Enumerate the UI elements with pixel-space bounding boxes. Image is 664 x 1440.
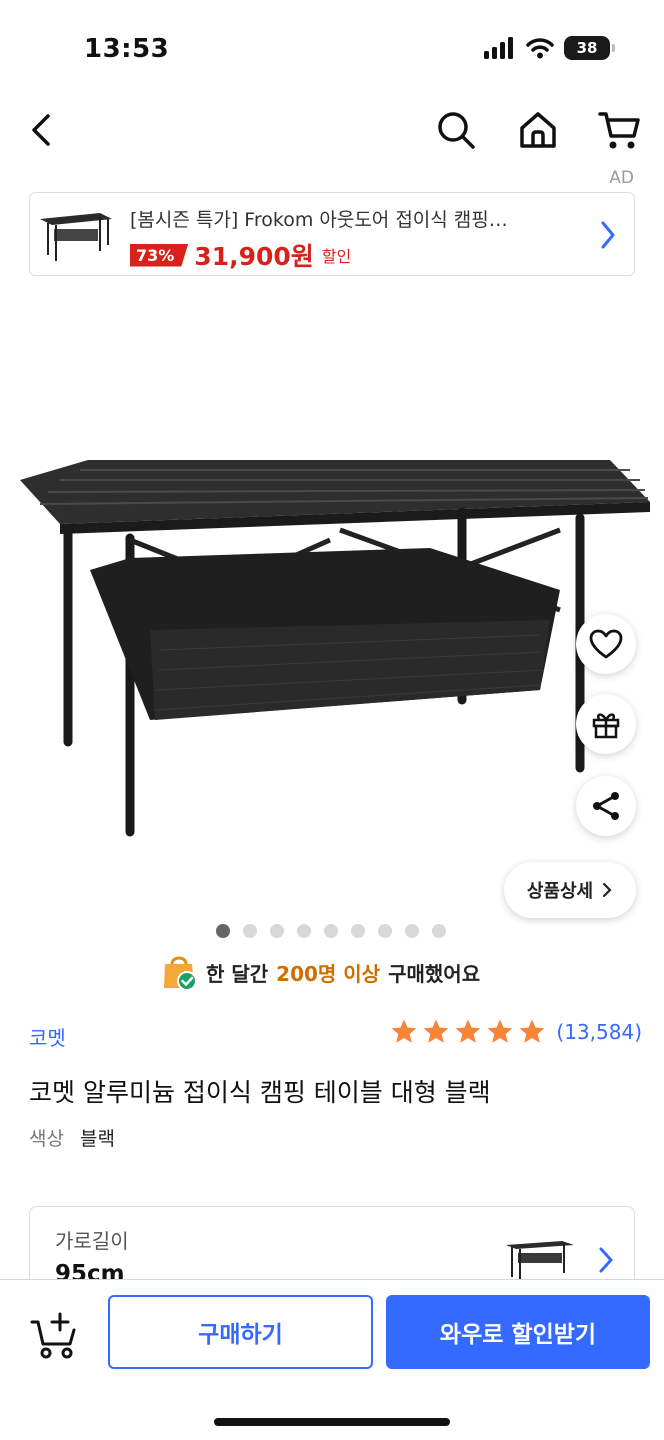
wow-discount-button[interactable]: 와우로 할인받기 bbox=[386, 1295, 650, 1369]
product-detail-button[interactable]: 상품상세 bbox=[504, 862, 636, 918]
purchase-notice-prefix: 한 달간 bbox=[206, 961, 269, 986]
bottom-action-bar: 구매하기 와우로 할인받기 bbox=[0, 1279, 664, 1440]
buy-now-button[interactable]: 구매하기 bbox=[108, 1295, 373, 1369]
purchase-notice: 한 달간 200명 이상 구매했어요 bbox=[162, 952, 480, 992]
gallery-dot[interactable] bbox=[378, 924, 392, 938]
option-value: 블랙 bbox=[79, 1128, 115, 1150]
brand-link[interactable]: 코멧 bbox=[29, 1022, 66, 1051]
gallery-dot[interactable] bbox=[432, 924, 446, 938]
star-icon bbox=[392, 1019, 417, 1043]
ad-product-thumbnail bbox=[40, 213, 112, 261]
status-bar: 13:53 38 bbox=[0, 0, 664, 96]
star-icon bbox=[488, 1019, 513, 1043]
chevron-right-icon bbox=[603, 882, 612, 898]
purchase-notice-count: 200명 이상 bbox=[276, 961, 381, 986]
add-to-cart-icon[interactable] bbox=[30, 1310, 82, 1360]
ad-discount-badge: 73% bbox=[130, 243, 189, 267]
chevron-right-icon[interactable] bbox=[598, 219, 618, 251]
search-icon[interactable] bbox=[434, 108, 478, 152]
star-icon bbox=[456, 1019, 481, 1043]
shopping-bag-check-icon bbox=[164, 956, 197, 991]
review-count[interactable]: (13,584) bbox=[556, 1020, 642, 1044]
ad-label: AD bbox=[609, 168, 634, 188]
battery-indicator: 38 bbox=[564, 36, 615, 60]
star-icon bbox=[520, 1019, 545, 1043]
share-button[interactable] bbox=[576, 776, 636, 836]
status-time: 13:53 bbox=[84, 34, 170, 64]
signal-icon bbox=[484, 37, 513, 59]
gallery-dot[interactable] bbox=[297, 924, 311, 938]
option-thumbnail bbox=[506, 1241, 574, 1281]
ad-sale-text: 할인 bbox=[321, 247, 352, 266]
option-selector-name: 가로길이 bbox=[55, 1229, 129, 1253]
star-icon bbox=[424, 1019, 449, 1043]
chevron-right-icon bbox=[599, 1247, 613, 1273]
battery-level: 38 bbox=[576, 39, 598, 57]
home-indicator bbox=[214, 1418, 450, 1426]
gallery-dot[interactable] bbox=[216, 924, 230, 938]
wifi-icon bbox=[526, 38, 554, 59]
status-icons: 38 bbox=[484, 36, 615, 60]
share-icon bbox=[593, 792, 619, 820]
cart-icon[interactable] bbox=[598, 108, 642, 152]
product-detail-label: 상품상세 bbox=[526, 881, 594, 902]
ad-title[interactable]: [봄시즌 특가] Frokom 아웃도어 접이식 캠핑… bbox=[130, 205, 570, 232]
product-title: 코멧 알루미늄 접이식 캠핑 테이블 대형 블랙 bbox=[29, 1078, 491, 1107]
gallery-dot[interactable] bbox=[405, 924, 419, 938]
gift-button[interactable] bbox=[576, 694, 636, 754]
wishlist-button[interactable] bbox=[576, 614, 636, 674]
gift-icon bbox=[592, 713, 620, 739]
option-label: 색상 bbox=[29, 1128, 64, 1150]
gallery-pagination bbox=[216, 924, 446, 938]
gallery-dot[interactable] bbox=[324, 924, 338, 938]
back-button-icon[interactable] bbox=[22, 108, 62, 152]
heart-icon bbox=[589, 629, 623, 659]
purchase-notice-suffix: 구매했어요 bbox=[388, 961, 481, 986]
ad-banner[interactable]: [봄시즌 특가] Frokom 아웃도어 접이식 캠핑… 73% 31,900원… bbox=[29, 192, 635, 276]
product-image[interactable] bbox=[0, 420, 664, 860]
ad-price: 31,900원 bbox=[194, 242, 314, 271]
rating[interactable]: (13,584) bbox=[390, 1018, 642, 1046]
gallery-dot[interactable] bbox=[351, 924, 365, 938]
selected-option: 색상 블랙 bbox=[29, 1124, 115, 1151]
home-icon[interactable] bbox=[516, 108, 560, 152]
gallery-dot[interactable] bbox=[243, 924, 257, 938]
ad-price-row: 73% 31,900원 할인 bbox=[130, 237, 351, 273]
gallery-dot[interactable] bbox=[270, 924, 284, 938]
top-nav bbox=[0, 96, 664, 166]
